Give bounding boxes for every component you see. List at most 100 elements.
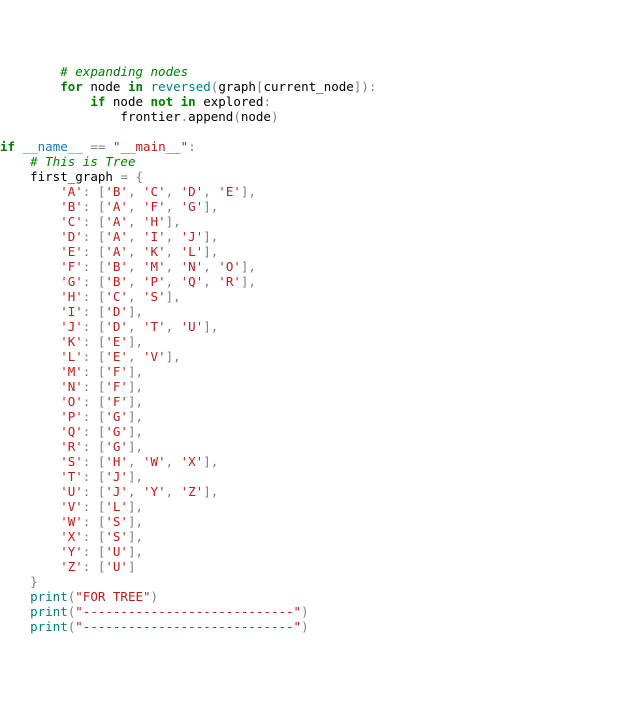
token-op: ], [128,304,143,319]
token-kw: not in [151,94,196,109]
token-str: 'M' [60,364,83,379]
token-str: 'F' [105,379,128,394]
token-cm: # expanding nodes [60,64,188,79]
token-op: ( [233,109,241,124]
token-op: ], [128,499,143,514]
token-op: == [90,139,105,154]
token-str: 'J' [105,469,128,484]
token-op: , [203,184,218,199]
token-str: 'P' [143,274,166,289]
token-op: ], [166,214,181,229]
token-str: 'C' [105,289,128,304]
token-str: 'K' [60,334,83,349]
token-op: , [128,184,143,199]
token-str: 'F' [60,259,83,274]
token-op: ], [128,514,143,529]
token-str: 'M' [143,259,166,274]
token-op: ], [203,229,218,244]
token-str: 'S' [105,514,128,529]
token-op: : [ [83,214,106,229]
token-str: "----------------------------" [75,619,301,634]
token-op: : [ [83,484,106,499]
token-str: 'U' [181,319,204,334]
token-op: ], [128,529,143,544]
token-op: , [166,274,181,289]
token-str: 'D' [181,184,204,199]
token-str: 'N' [181,259,204,274]
token-nm: node [113,94,143,109]
token-str: 'J' [105,484,128,499]
token-str: 'A' [60,184,83,199]
token-op: : [ [83,229,106,244]
code-block: # expanding nodes for node in reversed(g… [0,60,626,638]
token-op: ], [203,244,218,259]
token-op: ], [203,484,218,499]
token-op: : [ [83,514,106,529]
token-op: ], [241,259,256,274]
token-op: : [ [83,184,106,199]
token-str: 'U' [60,484,83,499]
code-line: 'F': ['B', 'M', 'N', 'O'], [0,259,626,274]
token-op: , [128,229,143,244]
token-op: : [ [83,259,106,274]
token-op: ], [128,364,143,379]
code-line [0,124,626,139]
token-op: : [188,139,196,154]
token-str: 'F' [105,364,128,379]
token-str: 'D' [105,304,128,319]
code-line: for node in reversed(graph[current_node]… [0,79,626,94]
token-op: : [ [83,364,106,379]
token-op: : [ [83,439,106,454]
token-op: , [128,454,143,469]
token-str: 'A' [105,199,128,214]
token-nm: first_graph [30,169,113,184]
token-op: ], [241,274,256,289]
token-op: , [128,244,143,259]
token-nm: append [188,109,233,124]
token-nm: node [241,109,271,124]
token-cm: # This is Tree [30,154,135,169]
code-line: 'U': ['J', 'Y', 'Z'], [0,484,626,499]
code-line: } [0,574,626,589]
token-op: , [166,484,181,499]
code-line: 'Q': ['G'], [0,424,626,439]
token-op: , [128,319,143,334]
token-kw: if [90,94,105,109]
token-op: ], [128,469,143,484]
token-str: 'I' [60,304,83,319]
token-str: 'V' [60,499,83,514]
token-str: 'D' [105,319,128,334]
token-op: , [128,484,143,499]
token-str: 'E' [105,334,128,349]
token-op: , [203,259,218,274]
token-str: 'Y' [143,484,166,499]
token-str: 'L' [105,499,128,514]
code-line: 'M': ['F'], [0,364,626,379]
token-str: 'D' [60,229,83,244]
token-fn: reversed [151,79,211,94]
code-line: print("----------------------------") [0,604,626,619]
token-op: : [ [83,394,106,409]
token-str: 'E' [105,349,128,364]
token-op: : [ [83,409,106,424]
token-str: 'Q' [181,274,204,289]
code-line: 'C': ['A', 'H'], [0,214,626,229]
token-op: ) [271,109,279,124]
token-op: : [ [83,289,106,304]
token-op: , [128,259,143,274]
token-op: ], [128,394,143,409]
code-line: print("----------------------------") [0,619,626,634]
token-str: 'G' [105,424,128,439]
token-op: ) [301,604,309,619]
token-str: 'C' [60,214,83,229]
token-op: : [263,94,271,109]
token-str: 'H' [60,289,83,304]
token-op: : [ [83,334,106,349]
token-str: 'U' [105,559,128,574]
code-line: 'S': ['H', 'W', 'X'], [0,454,626,469]
token-str: 'B' [105,274,128,289]
token-op: : [ [83,469,106,484]
token-nm: node [90,79,120,94]
token-str: 'H' [143,214,166,229]
token-str: "FOR TREE" [75,589,150,604]
